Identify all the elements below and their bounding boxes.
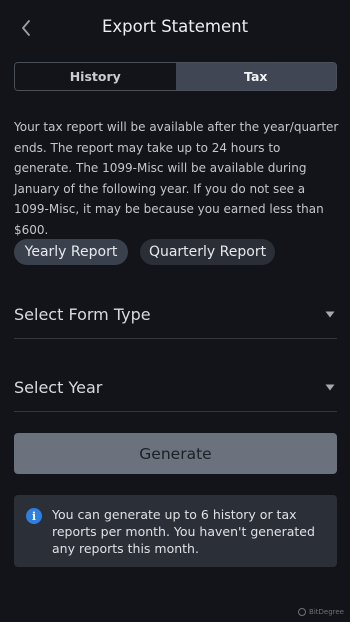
- notice-box: i You can generate up to 6 history or ta…: [14, 495, 337, 567]
- report-tabs: History Tax: [14, 62, 337, 91]
- tab-tax[interactable]: Tax: [175, 63, 336, 90]
- caret-down-icon: [325, 384, 335, 391]
- header: Export Statement: [0, 0, 350, 56]
- info-icon: i: [26, 508, 42, 524]
- watermark: BitDegree: [298, 608, 344, 616]
- caret-down-icon: [325, 311, 335, 318]
- bitdegree-logo-icon: [298, 608, 307, 616]
- yearly-report-chip[interactable]: Yearly Report: [14, 239, 128, 265]
- form-type-label: Select Form Type: [14, 305, 151, 324]
- generate-button[interactable]: Generate: [14, 433, 337, 474]
- notice-text: You can generate up to 6 history or tax …: [52, 507, 315, 556]
- tab-history[interactable]: History: [15, 63, 176, 90]
- year-label: Select Year: [14, 378, 103, 397]
- page-title: Export Statement: [101, 17, 249, 36]
- form-type-select[interactable]: Select Form Type: [14, 291, 337, 339]
- quarterly-report-chip[interactable]: Quarterly Report: [140, 239, 275, 265]
- year-select[interactable]: Select Year: [14, 364, 337, 412]
- tax-info-text: Your tax report will be available after …: [14, 120, 339, 237]
- watermark-text: BitDegree: [309, 608, 344, 616]
